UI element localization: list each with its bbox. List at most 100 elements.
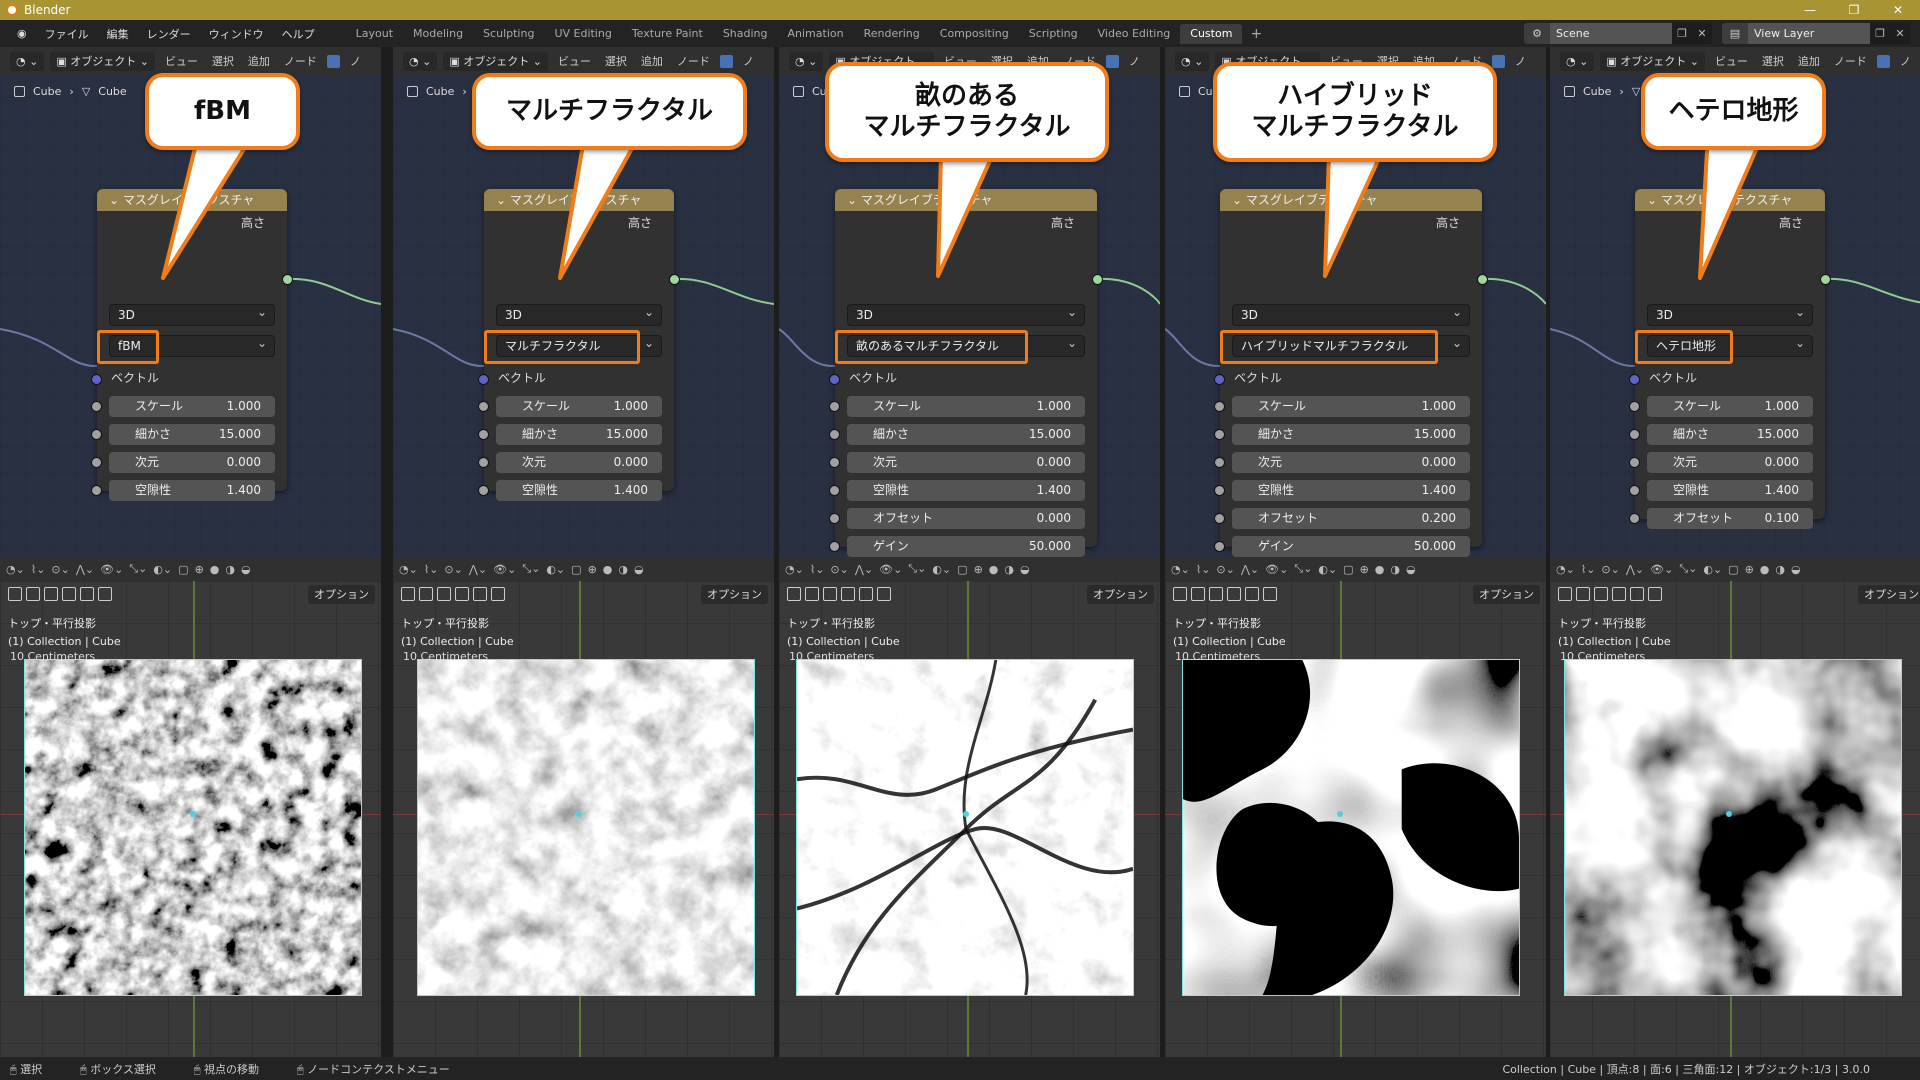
xray-icon[interactable]: ▢ xyxy=(1343,563,1353,576)
input-field-0[interactable]: スケール 1.000 xyxy=(496,396,662,417)
input-field-4[interactable]: オフセット 0.200 xyxy=(1232,508,1470,529)
mode-subtract-icon[interactable] xyxy=(1612,587,1626,601)
input-field-4[interactable]: オフセット 0.100 xyxy=(1647,508,1813,529)
snap-icon[interactable]: ⌇⌄ xyxy=(1196,563,1211,576)
overlay-icon[interactable]: ◐⌄ xyxy=(153,563,172,576)
proportional-icon[interactable]: ⋀⌄ xyxy=(1241,563,1259,576)
input-field-5[interactable]: ゲイン 50.000 xyxy=(847,536,1085,557)
overlay-icon[interactable]: ◐⌄ xyxy=(1703,563,1722,576)
input-field-3[interactable]: 空隙性 1.400 xyxy=(496,480,662,501)
mode-intersect-icon[interactable] xyxy=(1263,587,1277,601)
overlay-icon[interactable]: ◐⌄ xyxy=(1318,563,1337,576)
editor-type-icon[interactable]: ◔⌄ xyxy=(1171,563,1190,576)
maximize-button[interactable]: ❐ xyxy=(1832,0,1876,20)
snap-icon[interactable]: ⌇⌄ xyxy=(810,563,825,576)
mode-extend-icon[interactable] xyxy=(1594,587,1608,601)
snap-icon[interactable]: ⌇⌄ xyxy=(424,563,439,576)
3d-viewport[interactable]: オプション トップ・平行投影 (1) Collection | Cube 10 … xyxy=(393,581,774,1057)
options-dropdown[interactable]: オプション xyxy=(1473,585,1540,604)
scene-name-field[interactable]: Scene xyxy=(1550,23,1672,44)
options-dropdown[interactable]: オプション xyxy=(1087,585,1154,604)
shading-rendered-icon[interactable]: ◒ xyxy=(1791,563,1801,576)
input-field-1[interactable]: 細かさ 15.000 xyxy=(109,424,275,445)
mode-new-icon[interactable] xyxy=(26,587,40,601)
input-socket-2[interactable] xyxy=(91,457,102,468)
input-socket-4[interactable] xyxy=(829,513,840,524)
snap-icon[interactable]: ⌇⌄ xyxy=(31,563,46,576)
3d-viewport[interactable]: オプション トップ・平行投影 (1) Collection | Cube 10 … xyxy=(0,581,381,1057)
input-socket-5[interactable] xyxy=(1214,541,1225,552)
mode-intersect-icon[interactable] xyxy=(877,587,891,601)
visibility-icon[interactable]: 👁⌄ xyxy=(493,563,516,576)
input-field-3[interactable]: 空隙性 1.400 xyxy=(109,480,275,501)
tab-sculpting[interactable]: Sculpting xyxy=(473,24,544,44)
input-field-1[interactable]: 細かさ 15.000 xyxy=(1232,424,1470,445)
input-socket-1[interactable] xyxy=(478,429,489,440)
tab-scripting[interactable]: Scripting xyxy=(1019,24,1088,44)
tab-video-editing[interactable]: Video Editing xyxy=(1088,24,1181,44)
visibility-icon[interactable]: 👁⌄ xyxy=(1650,563,1673,576)
mode-invert-icon[interactable] xyxy=(473,587,487,601)
input-field-1[interactable]: 細かさ 15.000 xyxy=(496,424,662,445)
input-socket-3[interactable] xyxy=(1214,485,1225,496)
menu-render[interactable]: レンダー xyxy=(138,26,200,42)
shading-solid-icon[interactable]: ● xyxy=(989,563,999,576)
xray-icon[interactable]: ▢ xyxy=(571,563,581,576)
select-tool-icon[interactable] xyxy=(401,587,415,601)
view-layer-name-field[interactable]: View Layer xyxy=(1748,23,1870,44)
gizmo-icon[interactable]: ⤡⌄ xyxy=(1294,562,1312,576)
blender-menu-icon[interactable]: ◉ xyxy=(8,27,36,40)
overlay-icon[interactable]: ◐⌄ xyxy=(546,563,565,576)
shading-material-icon[interactable]: ◑ xyxy=(1390,563,1400,576)
mode-invert-icon[interactable] xyxy=(80,587,94,601)
new-scene-icon[interactable]: ❐ xyxy=(1672,27,1692,40)
editor-type-icon[interactable]: ◔⌄ xyxy=(6,563,25,576)
input-socket-2[interactable] xyxy=(478,457,489,468)
input-socket-0[interactable] xyxy=(1214,401,1225,412)
input-field-0[interactable]: スケール 1.000 xyxy=(847,396,1085,417)
shading-wireframe-icon[interactable]: ⊕ xyxy=(1745,563,1754,576)
tab-rendering[interactable]: Rendering xyxy=(854,24,930,44)
shading-solid-icon[interactable]: ● xyxy=(210,563,220,576)
mode-new-icon[interactable] xyxy=(1191,587,1205,601)
editor-type-icon[interactable]: ◔⌄ xyxy=(785,563,804,576)
input-socket-0[interactable] xyxy=(829,401,840,412)
proportional-icon[interactable]: ⋀⌄ xyxy=(1626,563,1644,576)
input-field-2[interactable]: 次元 0.000 xyxy=(1647,452,1813,473)
mode-subtract-icon[interactable] xyxy=(1227,587,1241,601)
pivot-icon[interactable]: ⊙⌄ xyxy=(444,563,462,576)
input-socket-4[interactable] xyxy=(1214,513,1225,524)
mode-subtract-icon[interactable] xyxy=(455,587,469,601)
input-field-2[interactable]: 次元 0.000 xyxy=(496,452,662,473)
shading-rendered-icon[interactable]: ◒ xyxy=(634,563,644,576)
shading-solid-icon[interactable]: ● xyxy=(603,563,613,576)
select-tool-icon[interactable] xyxy=(1558,587,1572,601)
input-socket-1[interactable] xyxy=(91,429,102,440)
minimize-button[interactable]: — xyxy=(1788,0,1832,20)
mode-extend-icon[interactable] xyxy=(823,587,837,601)
tab-uv-editing[interactable]: UV Editing xyxy=(544,24,621,44)
input-socket-3[interactable] xyxy=(1629,485,1640,496)
shading-material-icon[interactable]: ◑ xyxy=(618,563,628,576)
xray-icon[interactable]: ▢ xyxy=(957,563,967,576)
menu-help[interactable]: ヘルプ xyxy=(273,26,324,42)
snap-icon[interactable]: ⌇⌄ xyxy=(1581,563,1596,576)
options-dropdown[interactable]: オプション xyxy=(701,585,768,604)
shading-rendered-icon[interactable]: ◒ xyxy=(1020,563,1030,576)
shading-rendered-icon[interactable]: ◒ xyxy=(241,563,251,576)
tab-texture-paint[interactable]: Texture Paint xyxy=(622,24,713,44)
input-field-0[interactable]: スケール 1.000 xyxy=(109,396,275,417)
input-socket-1[interactable] xyxy=(829,429,840,440)
menu-window[interactable]: ウィンドウ xyxy=(200,26,273,42)
input-field-2[interactable]: 次元 0.000 xyxy=(109,452,275,473)
gizmo-icon[interactable]: ⤡⌄ xyxy=(522,562,540,576)
shading-wireframe-icon[interactable]: ⊕ xyxy=(1360,563,1369,576)
input-field-3[interactable]: 空隙性 1.400 xyxy=(1232,480,1470,501)
scene-icon[interactable]: ⚙ xyxy=(1524,23,1550,44)
input-socket-2[interactable] xyxy=(1629,457,1640,468)
mode-intersect-icon[interactable] xyxy=(491,587,505,601)
delete-view-layer-icon[interactable]: ✕ xyxy=(1890,27,1910,40)
mode-intersect-icon[interactable] xyxy=(98,587,112,601)
input-field-1[interactable]: 細かさ 15.000 xyxy=(847,424,1085,445)
tab-modeling[interactable]: Modeling xyxy=(403,24,473,44)
